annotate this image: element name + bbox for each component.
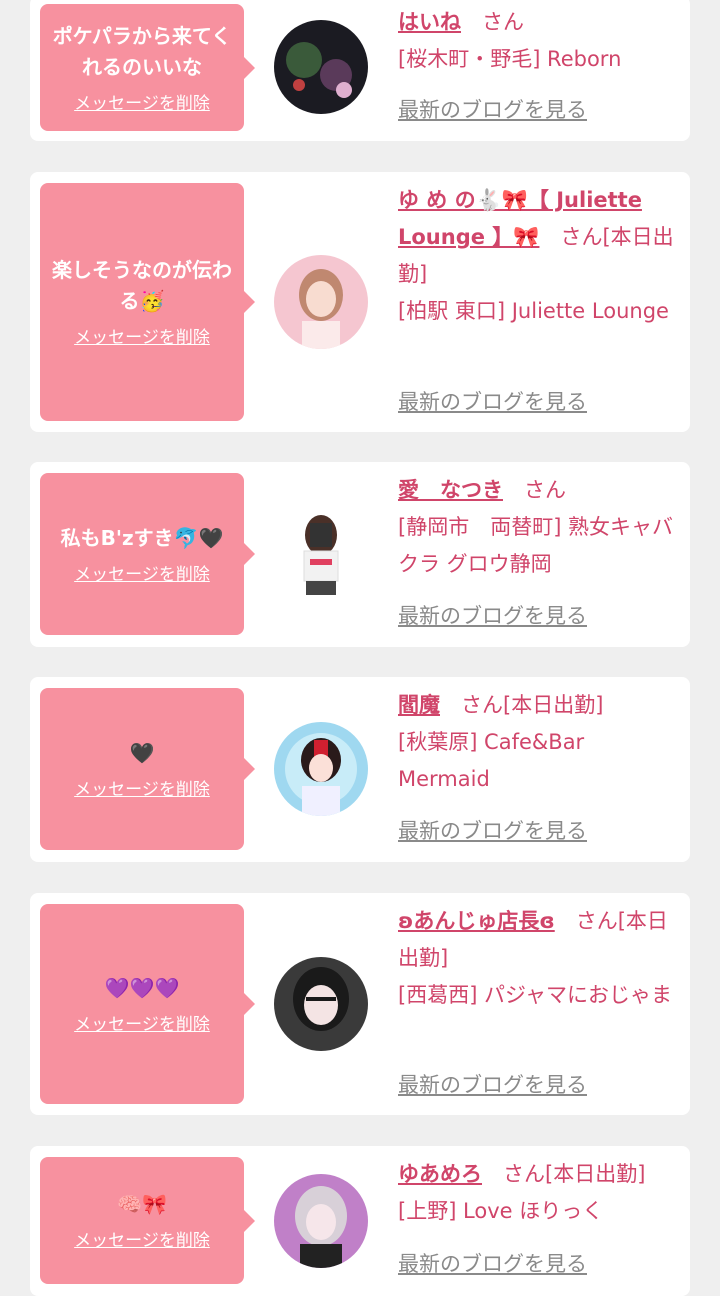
honorific: さん (482, 10, 524, 34)
message-card: 私もB'zすき🐬🖤 メッセージを削除 愛 なつき さん [静岡市 両替町] 熟女… (30, 462, 690, 647)
message-bubble: 🖤 メッセージを削除 (40, 688, 255, 850)
avatar[interactable] (274, 722, 368, 816)
honorific: さん[本日出勤] (503, 1162, 646, 1186)
delete-message-link[interactable]: メッセージを削除 (74, 327, 210, 349)
latest-blog-link[interactable]: 最新のブログを見る (398, 1071, 587, 1099)
message-card: 🧠🎀 メッセージを削除 ゆあめろ さん[本日出勤] [上野] Love ほりっく… (30, 1146, 690, 1296)
message-text: 🖤 (129, 740, 155, 765)
message-bubble: ポケパラから来てくれるのいいな メッセージを削除 (40, 4, 255, 131)
cast-info: 閻魔 さん[本日出勤] [秋葉原] Cafe&Bar Mermaid (398, 687, 680, 798)
message-card: 🖤 メッセージを削除 閻魔 さん[本日出勤] [秋葉原] Cafe&Bar Me… (30, 677, 690, 862)
latest-blog-link[interactable]: 最新のブログを見る (398, 602, 587, 630)
message-card: ポケパラから来てくれるのいいな メッセージを削除 はいね さん [桜木町・野毛]… (30, 0, 690, 141)
cast-info: ʚあんじゅ店長ɞ さん[本日出勤] [西葛西] パジャマにおじゃま (398, 903, 680, 1014)
avatar[interactable] (274, 255, 368, 349)
message-text: 楽しそうなのが伝わる🥳 (52, 258, 232, 313)
message-text: 🧠🎀 (117, 1192, 167, 1216)
shop-info: [西葛西] パジャマにおじゃま (398, 983, 673, 1007)
message-bubble: 私もB'zすき🐬🖤 メッセージを削除 (40, 473, 255, 635)
delete-message-link[interactable]: メッセージを削除 (74, 779, 210, 801)
cast-name-link[interactable]: ゆあめろ (398, 1162, 482, 1186)
shop-info: [上野] Love ほりっく (398, 1199, 604, 1223)
shop-info: [柏駅 東口] Juliette Lounge (398, 299, 669, 323)
latest-blog-link[interactable]: 最新のブログを見る (398, 96, 587, 124)
cast-name-link[interactable]: はいね (398, 10, 461, 34)
shop-info: [静岡市 両替町] 熟女キャバクラ グロウ静岡 (398, 515, 674, 576)
shop-info: [桜木町・野毛] Reborn (398, 47, 622, 71)
message-bubble: 楽しそうなのが伝わる🥳 メッセージを削除 (40, 183, 255, 421)
latest-blog-link[interactable]: 最新のブログを見る (398, 817, 587, 845)
message-text: 💜💜💜 (104, 975, 180, 1000)
shop-info: [秋葉原] Cafe&Bar Mermaid (398, 730, 585, 791)
cast-name-link[interactable]: 閻魔 (398, 693, 440, 717)
latest-blog-link[interactable]: 最新のブログを見る (398, 1250, 587, 1278)
cast-name-link[interactable]: ʚあんじゅ店長ɞ (398, 909, 555, 933)
avatar[interactable] (274, 507, 368, 601)
cast-info: ゆあめろ さん[本日出勤] [上野] Love ほりっく (398, 1156, 680, 1230)
avatar[interactable] (274, 957, 368, 1051)
avatar[interactable] (274, 1174, 368, 1268)
cast-name-link[interactable]: 愛 なつき (398, 478, 503, 502)
delete-message-link[interactable]: メッセージを削除 (74, 564, 210, 586)
honorific: さん (524, 478, 566, 502)
cast-info: 愛 なつき さん [静岡市 両替町] 熟女キャバクラ グロウ静岡 (398, 472, 680, 583)
delete-message-link[interactable]: メッセージを削除 (74, 1230, 210, 1252)
message-card: 楽しそうなのが伝わる🥳 メッセージを削除 ゆ め の🐇🎀【 Juliette L… (30, 172, 690, 432)
honorific: さん[本日出勤] (461, 693, 604, 717)
avatar[interactable] (274, 20, 368, 114)
cast-info: ゆ め の🐇🎀【 Juliette Lounge 】🎀 さん[本日出勤] [柏駅… (398, 182, 680, 330)
delete-message-link[interactable]: メッセージを削除 (74, 1014, 210, 1036)
message-text: ポケパラから来てくれるのいいな (52, 23, 232, 79)
delete-message-link[interactable]: メッセージを削除 (74, 93, 210, 115)
message-text: 私もB'zすき🐬🖤 (60, 525, 224, 550)
message-card: 💜💜💜 メッセージを削除 ʚあんじゅ店長ɞ さん[本日出勤] [西葛西] パジャ… (30, 893, 690, 1115)
message-bubble: 🧠🎀 メッセージを削除 (40, 1157, 255, 1284)
cast-info: はいね さん [桜木町・野毛] Reborn (398, 4, 680, 78)
latest-blog-link[interactable]: 最新のブログを見る (398, 388, 587, 416)
message-bubble: 💜💜💜 メッセージを削除 (40, 904, 255, 1104)
